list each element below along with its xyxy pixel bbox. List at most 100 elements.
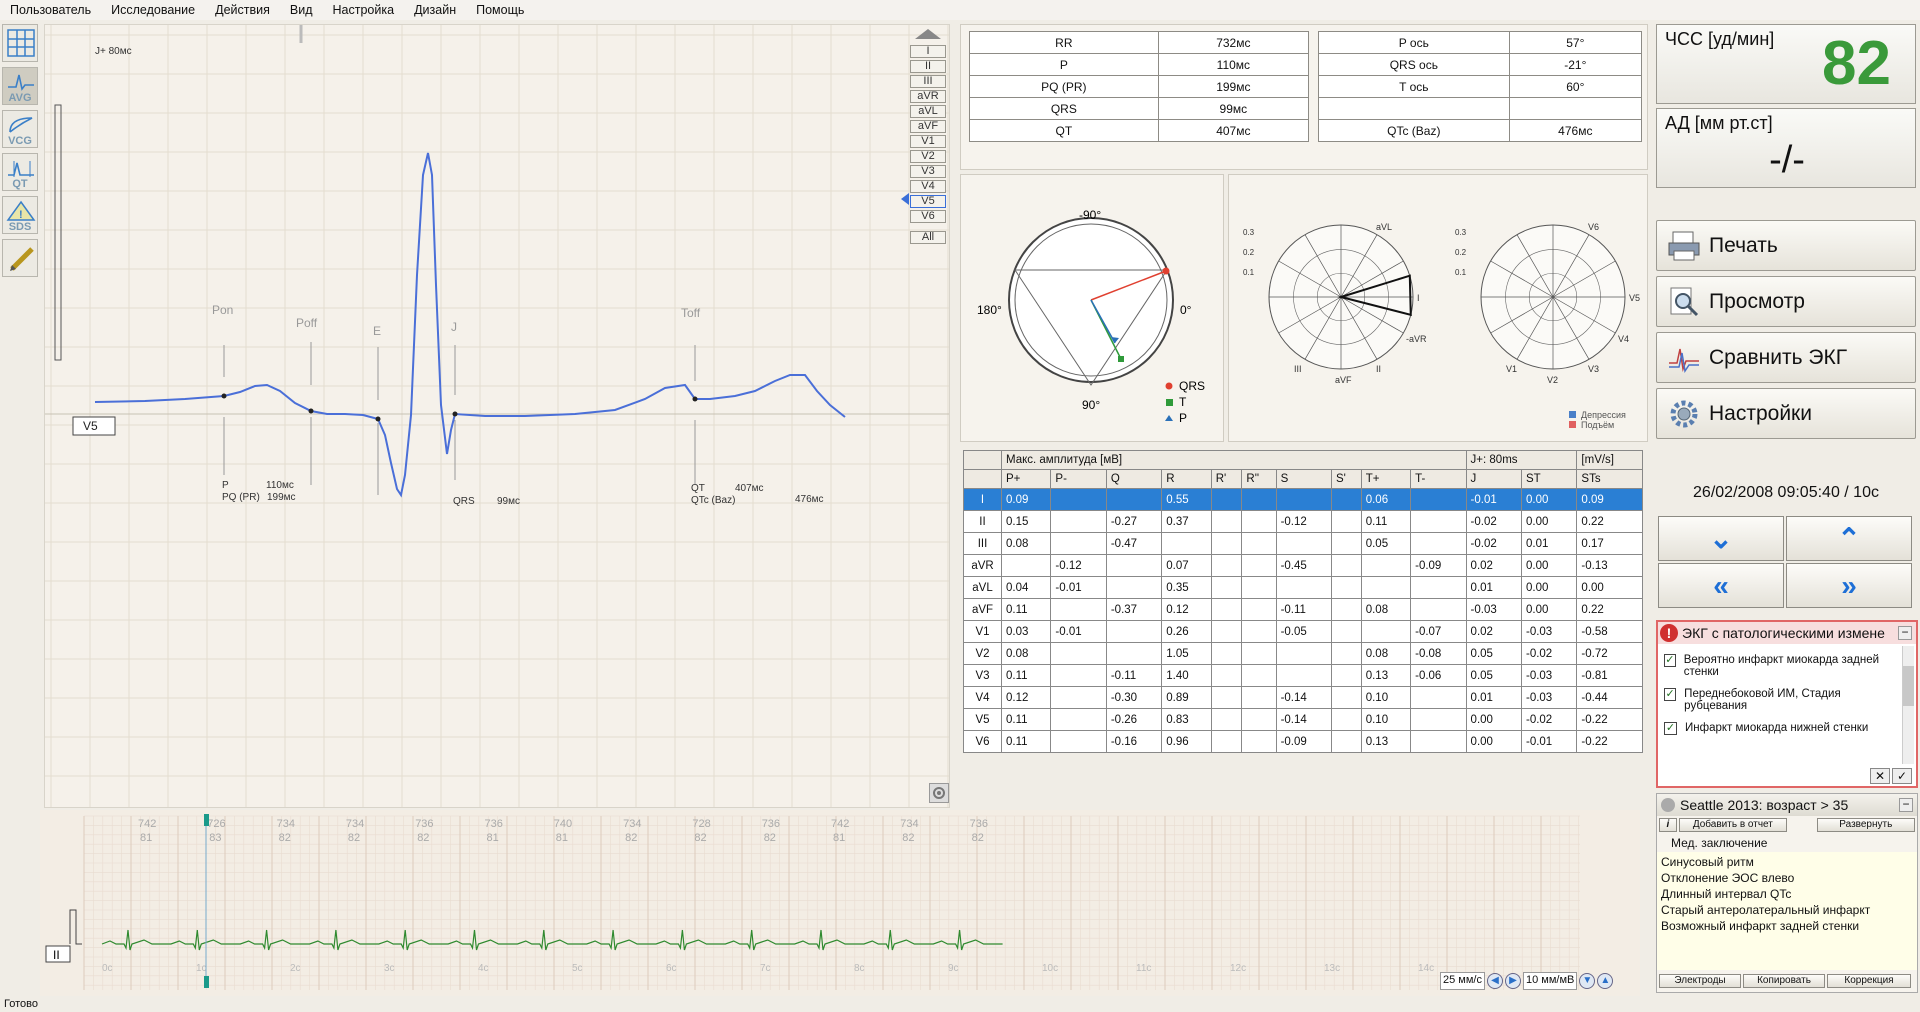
qt-view-button[interactable]: QT xyxy=(2,153,38,191)
scroll-thumb[interactable] xyxy=(1903,666,1914,706)
table-row[interactable]: V5 0.11 -0.26 0.83 -0.14 0.10 0.00 -0.02 -0.22 xyxy=(963,708,1643,731)
col-header[interactable]: ST xyxy=(1520,469,1578,489)
pon-point[interactable] xyxy=(221,393,227,399)
j-point[interactable] xyxy=(452,411,458,417)
checkbox[interactable]: ✓ xyxy=(1664,654,1676,667)
add-to-report-button[interactable]: Добавить в отчет xyxy=(1678,818,1787,832)
chevron-down-icon: ⌄ xyxy=(1709,523,1733,554)
edit-button[interactable] xyxy=(2,239,38,277)
col-header[interactable]: R' xyxy=(1210,469,1243,489)
first-button[interactable]: « xyxy=(1658,563,1784,608)
e-point[interactable] xyxy=(375,416,381,422)
lead-up-arrow[interactable] xyxy=(910,28,946,42)
print-button[interactable]: Печать xyxy=(1656,220,1916,271)
menu-help[interactable]: Помощь xyxy=(466,0,534,20)
expand-button[interactable]: Развернуть xyxy=(1816,818,1915,832)
checkbox[interactable]: ✓ xyxy=(1664,722,1677,735)
collapse-pathology-button[interactable]: − xyxy=(1898,626,1912,640)
averaged-beat-chart[interactable]: J+ 80мс V5 Pon Poff E J Toff P 110мс PQ … xyxy=(45,25,950,808)
accept-button[interactable]: ✓ xyxy=(1892,768,1912,784)
gain-increase-button[interactable]: ▲ xyxy=(1597,973,1614,989)
correction-button[interactable]: Коррекция xyxy=(1827,974,1911,988)
col-header[interactable]: Q xyxy=(1105,469,1163,489)
second-tick: 6c xyxy=(666,963,677,974)
settings-gear-small-button[interactable] xyxy=(929,783,949,803)
menu-design[interactable]: Дизайн xyxy=(404,0,466,20)
compare-ecg-button[interactable]: Сравнить ЭКГ xyxy=(1656,332,1916,383)
col-header[interactable]: S xyxy=(1275,469,1333,489)
menu-view[interactable]: Вид xyxy=(280,0,323,20)
table-row[interactable]: V4 0.12 -0.30 0.89 -0.14 0.10 0.01 -0.03 -0.44 xyxy=(963,686,1643,709)
cursor-top[interactable] xyxy=(204,814,209,826)
pathology-item[interactable]: ✓ Инфаркт миокарда нижней стенки xyxy=(1664,722,1890,735)
collapse-interpretation-button[interactable]: − xyxy=(1899,798,1913,812)
table-row[interactable]: aVL 0.04 -0.01 0.35 0.01 0.00 0.00 xyxy=(963,576,1643,599)
avg-view-button[interactable]: AVG xyxy=(2,67,38,105)
pathology-scrollbar[interactable] xyxy=(1902,646,1914,764)
hr-value-strip: 82 xyxy=(625,832,637,844)
info-button[interactable]: i xyxy=(1659,818,1677,832)
electrodes-button[interactable]: Электроды xyxy=(1659,974,1741,988)
vcg-view-button[interactable]: VCG xyxy=(2,110,38,148)
grid-view-button[interactable] xyxy=(2,24,38,62)
lead-button-i[interactable]: I xyxy=(910,45,946,58)
reject-button[interactable]: ✕ xyxy=(1870,768,1890,784)
lead-button-v4[interactable]: V4 xyxy=(910,180,946,193)
pathology-item[interactable]: ✓ Вероятно инфаркт миокарда задней стенки xyxy=(1664,654,1890,678)
toff-point[interactable] xyxy=(692,396,698,402)
table-row[interactable]: III 0.08 -0.47 0.05 -0.02 0.01 0.17 xyxy=(963,532,1643,555)
lead-button-v3[interactable]: V3 xyxy=(910,165,946,178)
sds-view-button[interactable]: ! SDS xyxy=(2,196,38,234)
table-row[interactable]: II 0.15 -0.27 0.37 -0.12 0.11 -0.02 0.00 0.22 xyxy=(963,510,1643,533)
prev-up-button[interactable]: ⌃ xyxy=(1786,516,1912,561)
table-row[interactable]: V2 0.08 1.05 0.08 -0.08 0.05 -0.02 -0.72 xyxy=(963,642,1643,665)
table-row[interactable]: V3 0.11 -0.11 1.40 0.13 -0.06 0.05 -0.03 -0.81 xyxy=(963,664,1643,687)
rhythm-strip-chart[interactable]: 742 81 726 83 734 82 734 82 736 82 736 81 740 81 734 82… xyxy=(40,810,1640,996)
table-row[interactable]: aVF 0.11 -0.37 0.12 -0.11 0.08 -0.03 0.00 0.22 xyxy=(963,598,1643,621)
col-header[interactable]: R'' xyxy=(1241,469,1277,489)
gain-decrease-button[interactable]: ▼ xyxy=(1579,973,1596,989)
col-header[interactable]: P+ xyxy=(1000,469,1052,489)
lead-button-avr[interactable]: aVR xyxy=(910,90,946,103)
lead-button-v1[interactable]: V1 xyxy=(910,135,946,148)
menu-settings[interactable]: Настройка xyxy=(323,0,405,20)
lead-button-v2[interactable]: V2 xyxy=(910,150,946,163)
table-row[interactable]: I 0.09 0.55 0.06 -0.01 0.00 0.09 xyxy=(963,488,1643,511)
table-row[interactable]: V6 0.11 -0.16 0.96 -0.09 0.13 0.00 -0.01 -0.22 xyxy=(963,730,1643,753)
qt-wave-icon xyxy=(8,161,34,177)
table-row[interactable]: aVR -0.12 0.07 -0.45 -0.09 0.02 0.00 -0.13 xyxy=(963,554,1643,577)
col-header[interactable]: S' xyxy=(1331,469,1362,489)
value-cell: -0.03 xyxy=(1520,620,1578,643)
speed-increase-button[interactable]: ▶ xyxy=(1504,973,1521,989)
value-cell xyxy=(1410,708,1467,731)
col-header[interactable]: R xyxy=(1161,469,1212,489)
cursor-bottom[interactable] xyxy=(204,976,209,988)
preview-button[interactable]: Просмотр xyxy=(1656,276,1916,327)
col-header[interactable]: P- xyxy=(1050,469,1107,489)
next-down-button[interactable]: ⌄ xyxy=(1658,516,1784,561)
col-header[interactable]: T+ xyxy=(1360,469,1412,489)
lead-button-avf[interactable]: aVF xyxy=(910,120,946,133)
copy-button[interactable]: Копировать xyxy=(1743,974,1825,988)
lead-button-iii[interactable]: III xyxy=(910,75,946,88)
col-header[interactable]: STs xyxy=(1576,469,1643,489)
menu-actions[interactable]: Действия xyxy=(205,0,280,20)
col-header[interactable]: J xyxy=(1465,469,1522,489)
lead-button-avl[interactable]: aVL xyxy=(910,105,946,118)
speed-decrease-button[interactable]: ◀ xyxy=(1486,973,1503,989)
lead-button-all[interactable]: All xyxy=(910,231,946,244)
lead-button-v6[interactable]: V6 xyxy=(910,210,946,223)
lead-button-ii[interactable]: II xyxy=(910,60,946,73)
menu-user[interactable]: Пользователь xyxy=(0,0,101,20)
conclusion-list[interactable]: Синусовый ритм Отклонение ЭОС влево Длин… xyxy=(1657,852,1917,970)
poff-point[interactable] xyxy=(308,408,314,414)
settings-button[interactable]: Настройки xyxy=(1656,388,1916,439)
table-row[interactable]: V1 0.03 -0.01 0.26 -0.05 -0.07 0.02 -0.03 -0.58 xyxy=(963,620,1643,643)
last-button[interactable]: » xyxy=(1786,563,1912,608)
checkbox[interactable]: ✓ xyxy=(1664,688,1677,701)
lead-button-v5[interactable]: V5 xyxy=(910,195,946,208)
pathology-item[interactable]: ✓ Переднебоковой ИМ, Стадия рубцевания xyxy=(1664,688,1890,712)
menu-study[interactable]: Исследование xyxy=(101,0,205,20)
col-header[interactable]: T- xyxy=(1410,469,1467,489)
